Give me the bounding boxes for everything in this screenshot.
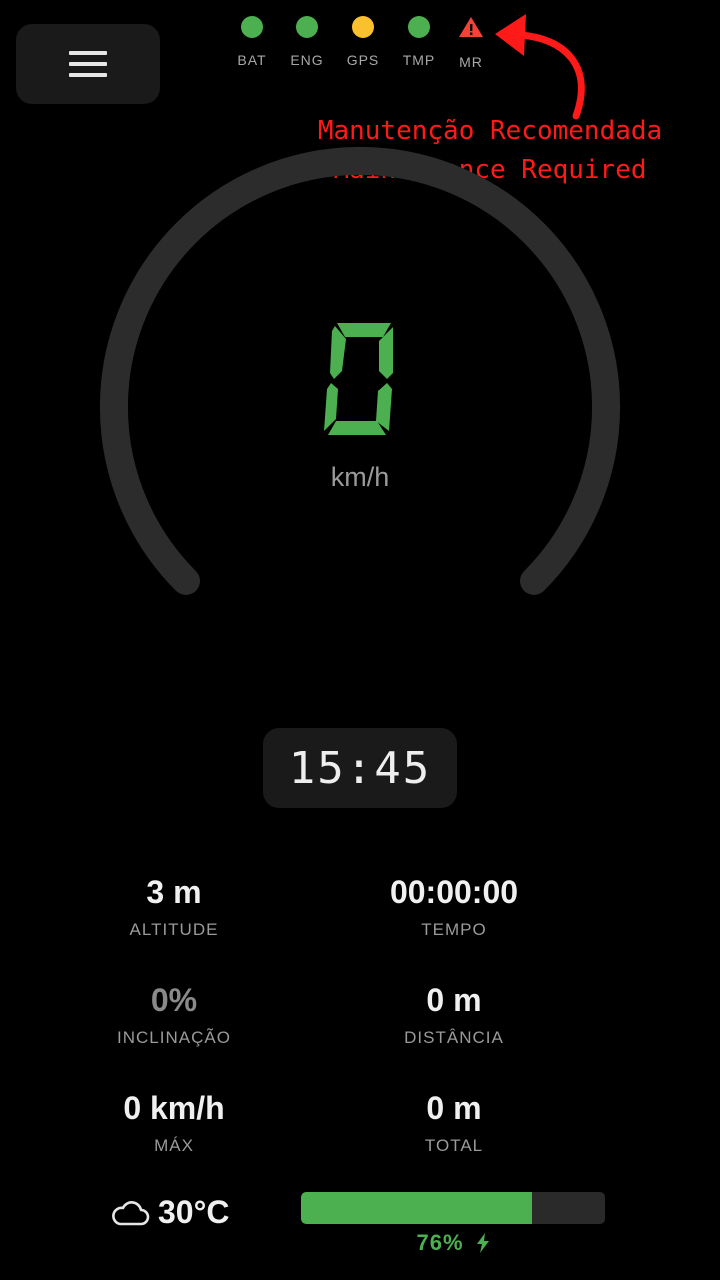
stat-tempo: 00:00:00 TEMPO	[324, 872, 584, 940]
speedometer-screen: BAT ENG GPS TMP MR Manutenção Recomendad…	[0, 0, 720, 1280]
battery-info: 76%	[301, 1230, 605, 1256]
weather-temperature: 30°C	[158, 1194, 230, 1230]
stat-max: 0 km/h MÁX	[44, 1088, 304, 1156]
lightning-bolt-icon	[476, 1233, 489, 1253]
stat-inclinacao: 0% INCLINAÇÃO	[44, 980, 304, 1048]
speed-unit-label: km/h	[330, 462, 390, 492]
stat-altitude-label: ALTITUDE	[129, 920, 219, 939]
stat-tempo-value: 00:00:00	[389, 874, 519, 910]
stat-max-label: MÁX	[154, 1136, 194, 1155]
stat-inclinacao-value: 0%	[150, 982, 198, 1018]
speed-gauge	[100, 147, 620, 595]
battery-bar	[301, 1192, 605, 1224]
cloud-icon	[112, 1200, 150, 1225]
stat-distancia-value: 0 m	[426, 982, 482, 1018]
battery-fill	[301, 1192, 533, 1224]
weather-widget: 30°C	[110, 1194, 230, 1231]
clock-time: 15:45	[288, 742, 432, 794]
stat-altitude-value: 3 m	[146, 874, 202, 910]
stat-inclinacao-label: INCLINAÇÃO	[117, 1028, 231, 1047]
stat-total-value: 0 m	[426, 1090, 482, 1126]
stat-total-label: TOTAL	[424, 1136, 484, 1155]
clock-display: 15:45	[263, 728, 457, 808]
stat-distancia-label: DISTÂNCIA	[404, 1028, 504, 1047]
stat-max-value: 0 km/h	[123, 1090, 225, 1126]
stat-tempo-label: TEMPO	[421, 920, 487, 939]
battery-percent: 76%	[416, 1230, 464, 1255]
stat-total: 0 m TOTAL	[324, 1088, 584, 1156]
speed-digit	[324, 323, 393, 435]
gauge-track	[100, 147, 620, 595]
stat-altitude: 3 m ALTITUDE	[44, 872, 304, 940]
stat-distancia: 0 m DISTÂNCIA	[324, 980, 584, 1048]
